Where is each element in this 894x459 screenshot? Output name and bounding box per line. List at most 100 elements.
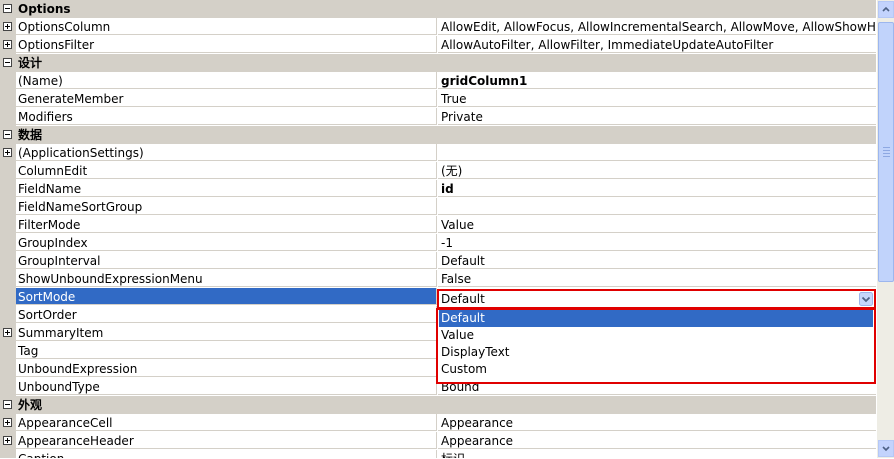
expand-icon[interactable] [0,36,16,54]
property-name[interactable]: GenerateMember [16,90,437,107]
property-row[interactable]: FilterMode Value [0,216,876,234]
property-value[interactable]: 标识 [438,450,876,458]
expand-icon[interactable] [0,414,16,432]
row-gutter [0,36,16,54]
property-row[interactable]: OptionsFilter AllowAutoFilter, AllowFilte… [0,36,876,54]
property-row[interactable]: GroupInterval Default [0,252,876,270]
vertical-scrollbar[interactable] [876,0,894,458]
sortmode-combo[interactable]: Default [437,289,876,309]
row-gutter [0,270,16,288]
collapse-icon[interactable] [0,126,16,144]
row-gutter [0,414,16,432]
expand-icon[interactable] [0,144,16,162]
property-value[interactable]: -1 [438,234,876,251]
sortmode-combo-value: Default [441,292,485,306]
category-label: 设计 [18,56,43,70]
property-row[interactable]: (Name) gridColumn1 [0,72,876,90]
property-value[interactable]: id [438,180,876,197]
row-gutter [0,180,16,198]
property-name[interactable]: ColumnEdit [16,162,437,179]
dropdown-option-custom[interactable]: Custom [439,361,873,378]
category-row: 外观 [0,396,876,414]
scrollbar-thumb[interactable] [878,22,894,282]
category-row: 数据 [0,126,876,144]
property-value[interactable]: Private [438,108,876,125]
row-gutter [0,378,16,396]
property-name[interactable]: GroupIndex [16,234,437,251]
property-row[interactable]: OptionsColumn AllowEdit, AllowFocus, Allo… [0,18,876,36]
collapse-icon[interactable] [0,54,16,72]
property-row[interactable]: AppearanceHeader Appearance [0,432,876,450]
property-name[interactable]: ShowUnboundExpressionMenu [16,270,437,287]
property-name[interactable]: SummaryItem [16,324,437,341]
property-row[interactable]: ShowUnboundExpressionMenu False [0,270,876,288]
row-gutter [0,216,16,234]
arrow-down-icon [882,446,890,452]
property-value[interactable]: AllowAutoFilter, AllowFilter, ImmediateU… [438,36,876,53]
category-row: 设计 [0,54,876,72]
property-grid: Options OptionsColumn AllowEdit, AllowFocu… [0,0,876,458]
dropdown-option-value[interactable]: Value [439,327,873,344]
row-gutter [0,162,16,180]
property-name[interactable]: AppearanceHeader [16,432,437,449]
expand-icon[interactable] [0,324,16,342]
property-row[interactable]: GroupIndex -1 [0,234,876,252]
row-gutter [0,108,16,126]
property-value[interactable]: Appearance [438,432,876,449]
property-value[interactable]: False [438,270,876,287]
collapse-icon[interactable] [0,396,16,414]
property-name[interactable]: UnboundExpression [16,360,437,377]
property-value[interactable]: (无) [438,162,876,179]
property-name[interactable]: (Name) [16,72,437,89]
expand-icon[interactable] [0,432,16,450]
property-row[interactable]: GenerateMember True [0,90,876,108]
property-value[interactable] [438,144,876,161]
scroll-down-button[interactable] [878,440,894,457]
row-gutter [0,450,16,458]
property-row[interactable]: AppearanceCell Appearance [0,414,876,432]
property-value[interactable]: True [438,90,876,107]
property-name[interactable]: AppearanceCell [16,414,437,431]
sortmode-dropdown-list: Default Value DisplayText Custom [436,308,876,384]
row-gutter [0,72,16,90]
expand-icon[interactable] [0,18,16,36]
row-gutter [0,306,16,324]
category-label: 数据 [18,128,43,142]
property-name[interactable]: SortOrder [16,306,437,323]
property-name[interactable]: FilterMode [16,216,437,233]
property-row[interactable]: Caption标识 [0,450,876,458]
scroll-up-button[interactable] [878,1,894,18]
chevron-down-icon[interactable] [859,292,873,306]
collapse-icon[interactable] [0,0,16,18]
property-value[interactable]: Default [438,252,876,269]
category-label: 外观 [18,398,43,412]
property-name[interactable]: (ApplicationSettings) [16,144,437,161]
property-row[interactable]: FieldNameSortGroup [0,198,876,216]
property-row[interactable]: FieldName id [0,180,876,198]
row-gutter [0,342,16,360]
property-value[interactable]: gridColumn1 [438,72,876,89]
property-value[interactable]: Value [438,216,876,233]
property-name[interactable]: Tag [16,342,437,359]
property-name[interactable]: SortMode [16,288,437,305]
property-name[interactable]: Modifiers [16,108,437,125]
property-name[interactable]: OptionsColumn [16,18,437,35]
dropdown-option-default[interactable]: Default [439,310,873,327]
property-row[interactable]: (ApplicationSettings) [0,144,876,162]
property-name[interactable]: UnboundType [16,378,437,395]
dropdown-option-displaytext[interactable]: DisplayText [439,344,873,361]
property-value[interactable]: AllowEdit, AllowFocus, AllowIncrementalS… [438,18,876,35]
property-value[interactable]: Appearance [438,414,876,431]
row-gutter [0,234,16,252]
row-gutter [0,144,16,162]
property-name[interactable]: FieldNameSortGroup [16,198,437,215]
property-row[interactable]: Modifiers Private [0,108,876,126]
property-value[interactable] [438,198,876,215]
property-name[interactable]: Caption [16,450,437,458]
property-name[interactable]: GroupInterval [16,252,437,269]
row-gutter [0,18,16,36]
property-row[interactable]: ColumnEdit (无) [0,162,876,180]
row-gutter [0,360,16,378]
property-name[interactable]: OptionsFilter [16,36,437,53]
property-name[interactable]: FieldName [16,180,437,197]
